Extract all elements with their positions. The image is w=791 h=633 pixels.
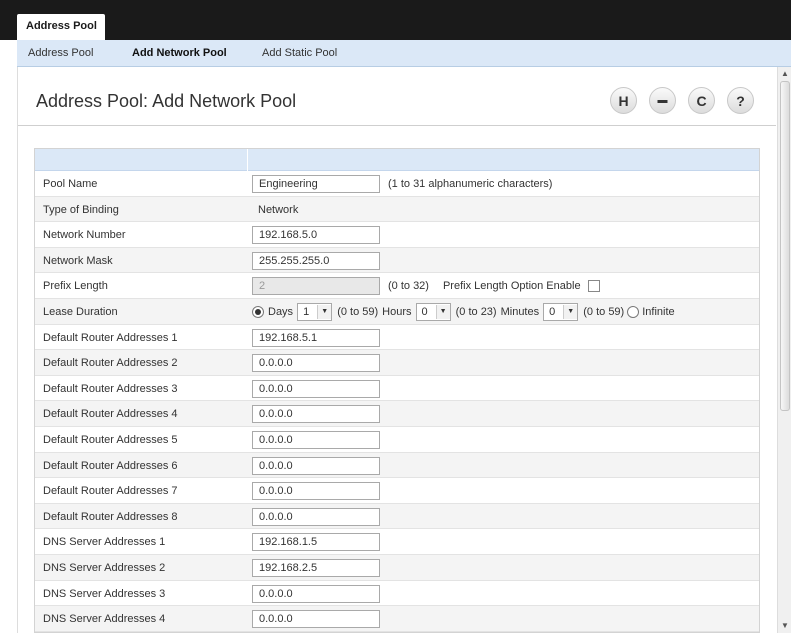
pool-name-row: Pool Name (1 to 31 alphanumeric characte… [35, 171, 759, 197]
days-range: (0 to 59) [337, 305, 379, 318]
router-8-input[interactable] [252, 507, 380, 526]
hours-select[interactable]: 0 ▼ [415, 302, 451, 321]
router-label: Default Router Addresses 3 [43, 382, 178, 395]
dns-label: DNS Server Addresses 1 [43, 536, 166, 549]
vertical-scrollbar[interactable]: ▲ ▼ [777, 67, 791, 633]
router-1-input[interactable] [252, 328, 380, 347]
help-icon[interactable]: ? [727, 87, 754, 114]
chevron-down-icon: ▼ [563, 304, 578, 319]
router-row: Default Router Addresses 7 [35, 478, 759, 504]
tab-address-pool[interactable]: Address Pool [17, 14, 105, 40]
minutes-range: (0 to 59) [583, 305, 625, 318]
print-icon[interactable]: ▬ [649, 87, 676, 114]
router-3-input[interactable] [252, 379, 380, 398]
top-bar: Address Pool [0, 0, 791, 40]
router-row: Default Router Addresses 4 [35, 401, 759, 427]
pool-name-label: Pool Name [43, 178, 98, 190]
router-5-input[interactable] [252, 430, 380, 449]
binding-value: Network [258, 203, 299, 216]
pool-name-hint: (1 to 31 alphanumeric characters) [388, 178, 553, 190]
scroll-thumb[interactable] [780, 81, 790, 411]
prefix-length-row: Prefix Length (0 to 32) Prefix Length Op… [35, 273, 759, 299]
prefix-length-input [252, 277, 380, 296]
binding-row: Type of Binding Network [35, 196, 759, 223]
dns-row: DNS Server Addresses 4 [35, 606, 759, 632]
minutes-select[interactable]: 0 ▼ [543, 302, 579, 321]
router-label: Default Router Addresses 2 [43, 357, 178, 370]
chevron-down-icon: ▼ [435, 304, 450, 319]
dns-label: DNS Server Addresses 3 [43, 587, 166, 600]
router-label: Default Router Addresses 5 [43, 433, 178, 446]
subnav: Address Pool Add Network Pool Add Static… [17, 40, 791, 67]
scroll-down-icon[interactable]: ▼ [779, 620, 791, 632]
prefix-option-checkbox[interactable] [587, 280, 600, 293]
router-row: Default Router Addresses 3 [35, 375, 759, 402]
dns-3-input[interactable] [252, 584, 380, 603]
router-row: Default Router Addresses 5 [35, 426, 759, 453]
refresh-icon[interactable]: C [688, 87, 715, 114]
prefix-length-label: Prefix Length [43, 280, 108, 293]
title-divider [18, 125, 776, 126]
lease-duration-row: Lease Duration Days 1 ▼ (0 to 59) Hours 0… [35, 298, 759, 325]
router-4-input[interactable] [252, 405, 380, 424]
dns-row: DNS Server Addresses 3 [35, 580, 759, 607]
content-panel: Address Pool: Add Network Pool H ▬ C ? P… [17, 67, 776, 633]
router-row: Default Router Addresses 6 [35, 452, 759, 479]
chevron-down-icon: ▼ [317, 304, 332, 319]
dns-row: DNS Server Addresses 2 [35, 554, 759, 581]
network-number-row: Network Number [35, 222, 759, 248]
network-mask-row: Network Mask [35, 247, 759, 274]
subnav-add-static-pool[interactable]: Add Static Pool [262, 47, 337, 59]
router-2-input[interactable] [252, 354, 380, 373]
infinite-label: Infinite [642, 305, 675, 318]
router-row: Default Router Addresses 2 [35, 350, 759, 376]
lease-duration-label: Lease Duration [43, 305, 118, 318]
router-6-input[interactable] [252, 456, 380, 475]
hours-range: (0 to 23) [455, 305, 497, 318]
form-header [35, 149, 759, 171]
dns-label: DNS Server Addresses 2 [43, 561, 166, 574]
router-7-input[interactable] [252, 482, 380, 501]
pool-name-input[interactable] [252, 175, 380, 193]
network-number-input[interactable] [252, 226, 380, 245]
router-label: Default Router Addresses 1 [43, 331, 178, 344]
page-title: Address Pool: Add Network Pool [36, 91, 297, 111]
save-icon[interactable]: H [610, 87, 637, 114]
network-number-label: Network Number [43, 229, 126, 242]
scroll-up-icon[interactable]: ▲ [779, 68, 791, 80]
minutes-label: Minutes [500, 305, 540, 318]
dns-1-input[interactable] [252, 533, 380, 552]
dns-2-input[interactable] [252, 558, 380, 577]
router-label: Default Router Addresses 8 [43, 510, 178, 523]
prefix-option-label: Prefix Length Option Enable [442, 280, 581, 293]
network-mask-input[interactable] [252, 251, 380, 270]
router-label: Default Router Addresses 4 [43, 408, 178, 421]
router-label: Default Router Addresses 6 [43, 459, 178, 472]
dns-row: DNS Server Addresses 1 [35, 529, 759, 555]
router-row: Default Router Addresses 1 [35, 324, 759, 351]
days-label: Days [268, 305, 294, 318]
router-row: Default Router Addresses 8 [35, 503, 759, 530]
toolbar: H ▬ C ? [610, 87, 760, 115]
days-select[interactable]: 1 ▼ [297, 302, 333, 321]
network-pool-form: Pool Name (1 to 31 alphanumeric characte… [34, 148, 760, 633]
dns-4-input[interactable] [252, 610, 380, 629]
network-mask-label: Network Mask [43, 254, 113, 267]
prefix-length-hint: (0 to 32) [388, 280, 429, 293]
dns-label: DNS Server Addresses 4 [43, 613, 166, 626]
binding-label: Type of Binding [43, 203, 119, 216]
infinite-radio[interactable] [627, 305, 640, 318]
days-radio[interactable] [252, 305, 264, 318]
subnav-add-network-pool[interactable]: Add Network Pool [132, 47, 227, 59]
subnav-address-pool[interactable]: Address Pool [28, 47, 93, 59]
hours-label: Hours [382, 305, 412, 318]
router-label: Default Router Addresses 7 [43, 485, 178, 498]
